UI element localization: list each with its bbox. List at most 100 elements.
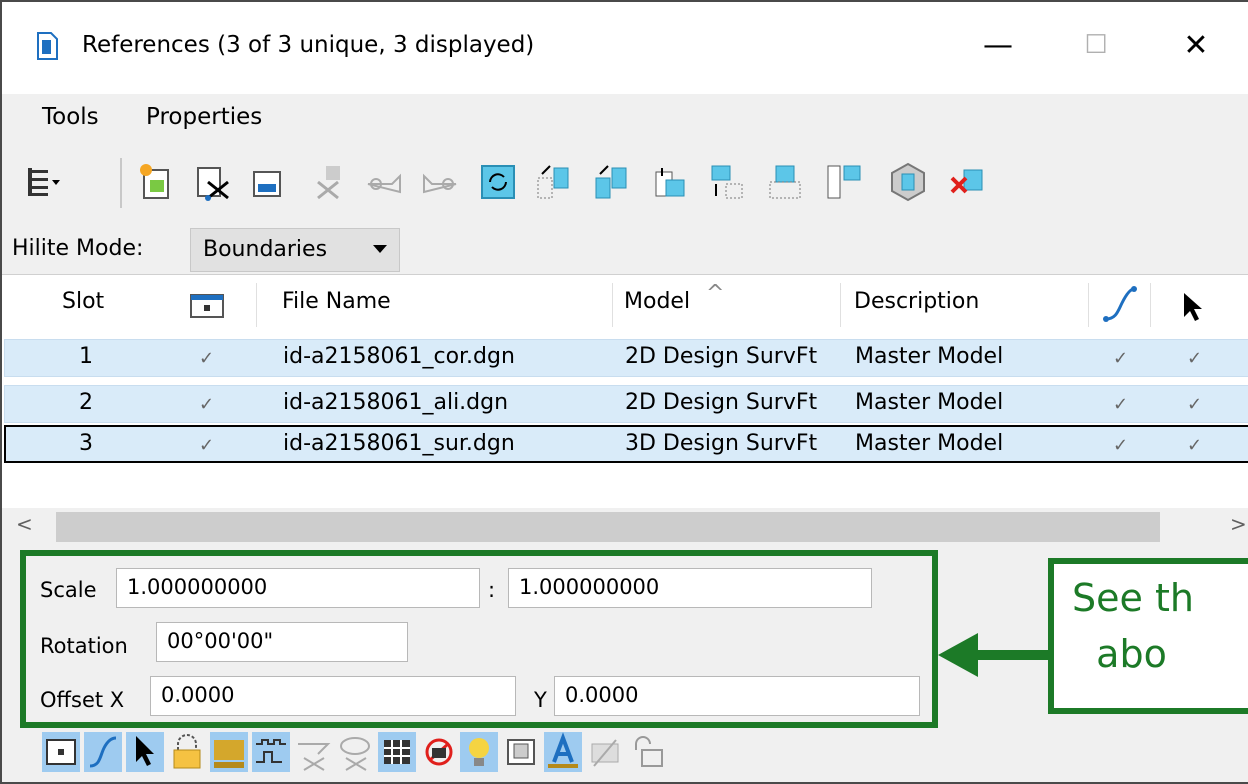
hilite-mode-row: Hilite Mode: Boundaries	[2, 226, 1248, 274]
reference-toolbar	[2, 150, 1248, 226]
detach-reference-icon[interactable]	[192, 162, 232, 202]
minimize-button[interactable]: —	[968, 20, 1028, 70]
row-locate-check[interactable]: ✓	[1187, 435, 1202, 456]
scale-label: Scale	[40, 578, 97, 602]
horizontal-scrollbar[interactable]: < >	[2, 508, 1248, 546]
callout-arrow-shaft	[972, 650, 1052, 660]
snap-column-icon[interactable]	[1102, 285, 1138, 325]
column-divider	[840, 283, 841, 327]
clip-front-icon[interactable]	[824, 162, 864, 202]
scale-separator: :	[488, 578, 496, 602]
column-header-model[interactable]: Model	[624, 289, 690, 314]
row-locate-check[interactable]: ✓	[1187, 394, 1202, 415]
mirror-vertical-icon[interactable]	[650, 162, 690, 202]
menu-properties[interactable]: Properties	[146, 104, 262, 130]
locate-column-icon[interactable]	[1182, 291, 1204, 323]
window-title: References (3 of 3 unique, 3 displayed)	[82, 32, 535, 58]
menu-tools[interactable]: Tools	[42, 104, 99, 130]
clip-boundary-icon[interactable]	[708, 162, 748, 202]
row-model: 2D Design SurvFt	[625, 344, 818, 369]
title-bar: References (3 of 3 unique, 3 displayed) …	[2, 2, 1248, 94]
mirror-horizontal-icon[interactable]	[592, 162, 632, 202]
close-button[interactable]: ✕	[1166, 20, 1226, 70]
column-divider	[1150, 283, 1151, 327]
table-row[interactable]: 1 ✓ id-a2158061_cor.dgn 2D Design SurvFt…	[4, 339, 1248, 377]
scroll-right-icon[interactable]: >	[1230, 512, 1247, 536]
delete-clip-icon[interactable]	[948, 162, 988, 202]
row-file-name: id-a2158061_cor.dgn	[283, 344, 515, 369]
row-snap-check[interactable]: ✓	[1113, 348, 1128, 369]
row-locate-check[interactable]: ✓	[1187, 348, 1202, 369]
callout-text: See th abo	[1072, 576, 1194, 676]
column-header-file-name[interactable]: File Name	[282, 289, 391, 314]
exchange-icon	[317, 166, 340, 200]
row-display-check[interactable]: ✓	[199, 394, 214, 415]
locate-toggle-icon[interactable]	[126, 732, 164, 772]
level-override-toggle-icon	[591, 739, 619, 767]
clip-back-icon[interactable]	[888, 162, 928, 202]
row-snap-check[interactable]: ✓	[1113, 435, 1128, 456]
table-row-selected[interactable]: 3 ✓ id-a2158061_sur.dgn 3D Design SurvFt…	[4, 425, 1248, 463]
snap-toggle-icon[interactable]	[84, 732, 122, 772]
lightbulb-toggle-icon[interactable]	[460, 732, 498, 772]
transform-fields-highlight: Scale 1.000000000 : 1.000000000 Rotation…	[20, 550, 938, 728]
row-model: 2D Design SurvFt	[625, 390, 818, 415]
clip-front-toggle-icon	[298, 743, 331, 771]
scale-left-field[interactable]: 1.000000000	[116, 568, 480, 608]
menu-bar: Tools Properties	[2, 94, 1248, 150]
row-slot: 2	[79, 390, 93, 415]
rotation-field[interactable]: 00°00'00"	[156, 622, 408, 662]
clip-mask-icon[interactable]	[766, 162, 806, 202]
unlock-toggle-icon	[635, 736, 663, 767]
rotation-label: Rotation	[40, 634, 128, 658]
no-camera-toggle-icon[interactable]	[420, 732, 458, 772]
rotate-icon[interactable]	[534, 162, 574, 202]
column-header-slot[interactable]: Slot	[62, 289, 104, 314]
reload-reference-icon[interactable]	[248, 162, 288, 202]
references-dialog: References (3 of 3 unique, 3 displayed) …	[0, 0, 1248, 784]
display-toggles-bar	[2, 728, 1248, 782]
callout-arrow-icon	[938, 633, 978, 677]
scroll-left-icon[interactable]: <	[16, 512, 33, 536]
tree-view-icon[interactable]	[24, 162, 64, 202]
offset-y-label: Y	[534, 688, 547, 712]
references-table: Slot File Name Model ^ Description 1 ✓ i…	[2, 274, 1248, 508]
raster-toggle-icon[interactable]	[378, 732, 416, 772]
lock-toggle-icon[interactable]	[168, 732, 206, 772]
column-divider	[612, 283, 613, 327]
row-file-name: id-a2158061_ali.dgn	[283, 390, 509, 415]
offset-x-label: Offset X	[40, 688, 125, 712]
hilite-mode-select[interactable]: Boundaries	[190, 228, 400, 272]
chevron-down-icon	[373, 245, 387, 253]
column-header-description[interactable]: Description	[854, 289, 979, 314]
hilite-mode-value: Boundaries	[203, 237, 328, 262]
line-style-toggle-icon[interactable]	[252, 732, 290, 772]
column-divider	[1088, 283, 1089, 327]
scrollbar-thumb[interactable]	[56, 512, 1160, 542]
document-icon	[37, 32, 58, 60]
view-attachment-toggle-icon[interactable]	[502, 732, 540, 772]
refresh-icon[interactable]	[478, 162, 518, 202]
attach-reference-icon[interactable]	[136, 162, 176, 202]
move-icon	[367, 173, 401, 194]
display-toggle-icon[interactable]	[42, 732, 80, 772]
true-scale-toggle-icon[interactable]	[210, 732, 248, 772]
offset-y-field[interactable]: 0.0000	[554, 676, 920, 716]
clip-back-toggle-icon	[340, 737, 370, 771]
display-column-icon[interactable]	[190, 293, 224, 319]
maximize-button[interactable]: ☐	[1066, 20, 1126, 70]
offset-x-field[interactable]: 0.0000	[150, 676, 516, 716]
table-row[interactable]: 2 ✓ id-a2158061_ali.dgn 2D Design SurvFt…	[4, 385, 1248, 423]
row-description: Master Model	[855, 344, 1004, 369]
row-display-check[interactable]: ✓	[199, 435, 214, 456]
annotation-scale-toggle-icon[interactable]	[544, 732, 582, 772]
row-slot: 1	[79, 344, 93, 369]
sort-ascending-icon: ^	[706, 281, 725, 306]
row-description: Master Model	[855, 390, 1004, 415]
scale-right-field[interactable]: 1.000000000	[508, 568, 872, 608]
toolbar-separator	[120, 158, 122, 208]
row-display-check[interactable]: ✓	[199, 348, 214, 369]
row-model: 3D Design SurvFt	[625, 431, 818, 456]
row-snap-check[interactable]: ✓	[1113, 394, 1128, 415]
hilite-mode-label: Hilite Mode:	[12, 236, 144, 261]
